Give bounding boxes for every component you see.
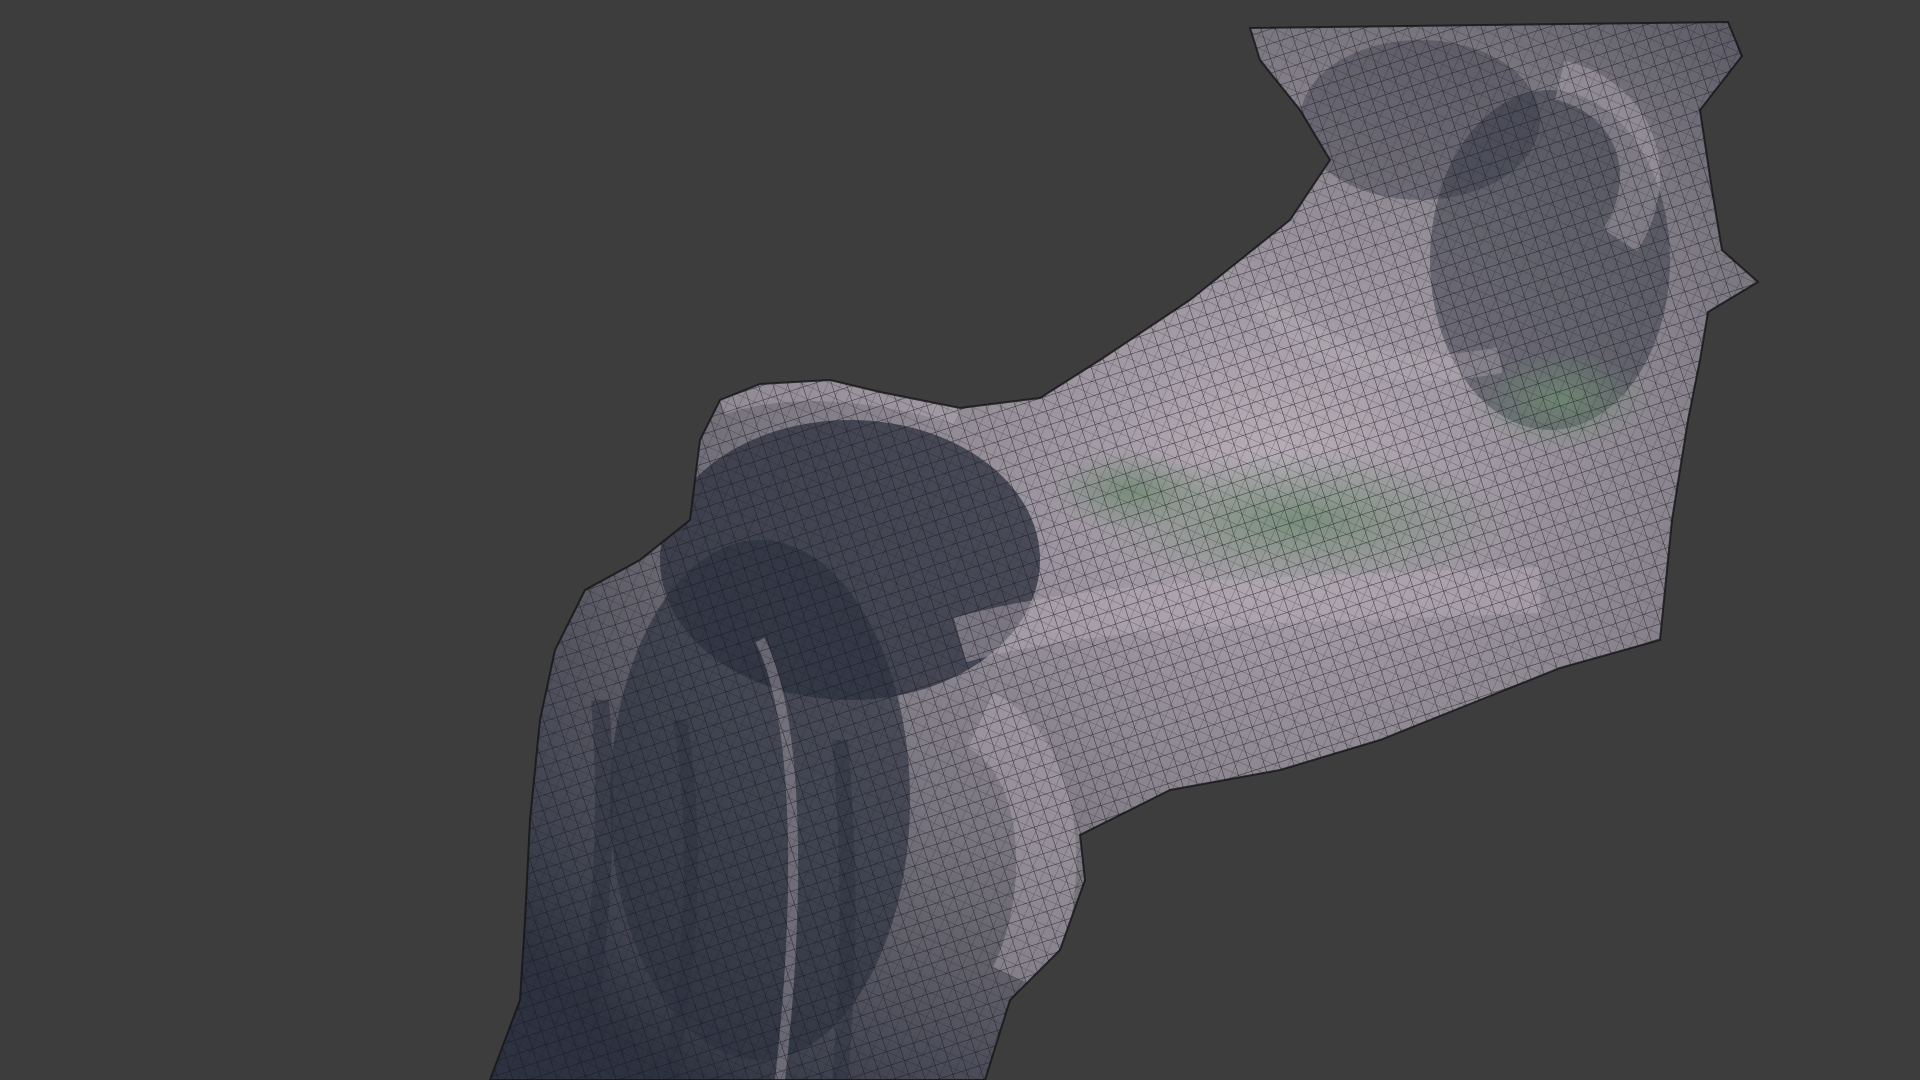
3d-viewport[interactable] <box>0 0 1920 1080</box>
viewport-canvas[interactable] <box>0 0 1920 1080</box>
scanned-trunk-mesh[interactable] <box>0 0 1920 1080</box>
